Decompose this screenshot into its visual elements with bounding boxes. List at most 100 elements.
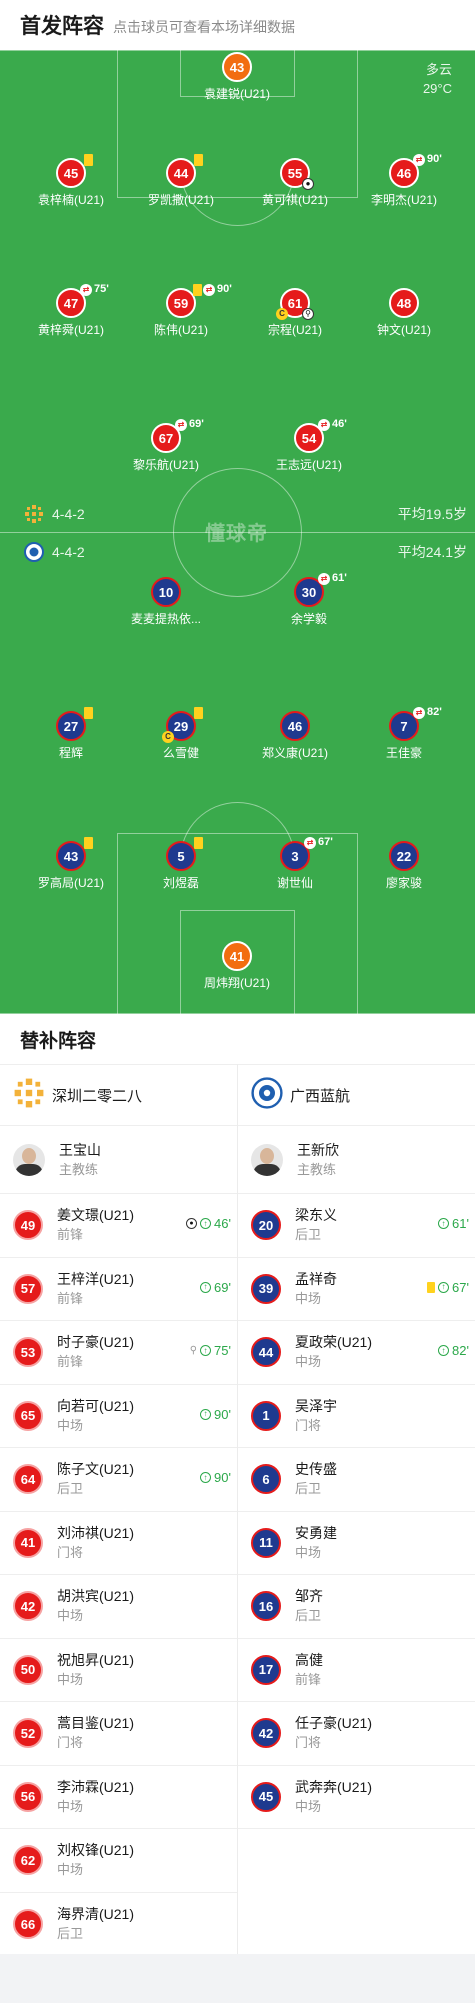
list-item[interactable]: 66 海界清(U21) 后卫: [0, 1893, 237, 1957]
football-icon: ●: [186, 1218, 198, 1229]
away-player-29[interactable]: 29 C 么雪健: [131, 707, 231, 761]
player-number: 46: [280, 711, 310, 741]
list-item[interactable]: 62 刘权锋(U21) 中场: [0, 1829, 237, 1893]
away-player-10[interactable]: 10 麦麦提热依...: [116, 577, 216, 627]
sub-position: 中场: [57, 1417, 84, 1433]
substitution-icon: ⇄: [175, 419, 187, 431]
sub-position: 前锋: [57, 1354, 84, 1370]
list-item[interactable]: 56 李沛霖(U21) 中场: [0, 1766, 237, 1829]
away-player-3[interactable]: 3 ⇄ 67' 谢世仙: [245, 836, 345, 891]
home-player-61[interactable]: 61 C ⚲ 宗程(U21): [245, 288, 345, 338]
away-player-7[interactable]: 7 ⇄ 82' 王佳豪: [354, 706, 454, 761]
list-item[interactable]: 52 蒿目鉴(U21) 门将: [0, 1702, 237, 1766]
list-item[interactable]: 44 夏政荣(U21) 中场 ↑ 82': [238, 1321, 475, 1385]
home-player-55[interactable]: 55 ● 黄可祺(U21): [245, 158, 345, 208]
list-item[interactable]: 42 任子豪(U21) 门将: [238, 1702, 475, 1766]
home-player-54[interactable]: 54 ⇄ 46' 王志远(U21): [259, 418, 359, 473]
player-number: 43: [222, 52, 252, 82]
arrow-up-icon: ↑: [200, 1408, 212, 1420]
arrow-up-icon: ↑: [438, 1345, 450, 1356]
sub-minute: 75': [94, 283, 109, 295]
home-player-46[interactable]: 46 ⇄ 90' 李明杰(U21): [354, 153, 454, 208]
home-player-47[interactable]: 47 ⇄ 75' 黄梓舜(U21): [21, 283, 121, 338]
list-item[interactable]: 39 孟祥奇 中场 ↑ 67': [238, 1258, 475, 1321]
list-item[interactable]: 41 刘沛祺(U21) 门将: [0, 1512, 237, 1575]
sub-position: 前锋: [295, 1671, 322, 1687]
away-player-5[interactable]: 5 刘煜磊: [131, 837, 231, 891]
sub-position: 门将: [57, 1544, 84, 1560]
yellow-card-icon: [84, 707, 93, 719]
player-number: 54: [301, 430, 317, 446]
sub-name: 夏政荣(U21): [295, 1334, 373, 1351]
sub-name: 梁东义: [295, 1207, 337, 1224]
watermark-logo: 懂球帝: [205, 523, 268, 545]
list-item[interactable]: 53 时子豪(U21) 前锋 ⚲ ↑ 75': [0, 1321, 237, 1385]
player-name: 么雪健: [162, 746, 199, 760]
sub-number: 62: [13, 1845, 43, 1876]
list-item[interactable]: 11 安勇建 中场: [238, 1512, 475, 1575]
substitutes-title: 替补阵容: [20, 1031, 97, 1052]
home-coach[interactable]: 王宝山 主教练: [0, 1126, 237, 1194]
away-player-27[interactable]: 27 程辉: [21, 707, 121, 761]
sub-minute: 82': [452, 1343, 469, 1358]
arrow-up-icon: ↑: [438, 1218, 450, 1229]
list-item[interactable]: 20 梁东义 后卫 ↑ 61': [238, 1194, 475, 1258]
player-number: 5: [177, 848, 185, 864]
away-player-22[interactable]: 22 廖家骏: [354, 841, 454, 891]
coach-role: 主教练: [59, 1161, 99, 1177]
home-team-row[interactable]: 深圳二零二八: [0, 1064, 237, 1126]
player-name: 黄梓舜(U21): [37, 323, 104, 337]
list-item[interactable]: 45 武奔奔(U21) 中场: [238, 1766, 475, 1829]
player-number: 61: [287, 295, 303, 311]
home-player-45[interactable]: 45 袁梓楠(U21): [21, 154, 121, 208]
home-player-43[interactable]: 43 袁建锐(U21): [187, 52, 287, 102]
yellow-card-icon: [193, 284, 202, 296]
sub-name: 安勇建: [295, 1524, 337, 1541]
sub-number: 42: [13, 1591, 43, 1622]
away-player-30[interactable]: 30 ⇄ 61' 余学毅: [259, 572, 359, 627]
coach-avatar: [251, 1143, 283, 1176]
player-name: 罗凯撒(U21): [147, 193, 214, 207]
home-player-67[interactable]: 67 ⇄ 69' 黎乐航(U21): [116, 418, 216, 473]
arrow-up-icon: ↑: [200, 1472, 212, 1483]
away-team-row[interactable]: 广西蓝航: [238, 1064, 475, 1126]
sub-name: 孟祥奇: [295, 1270, 337, 1287]
home-player-44[interactable]: 44 罗凯撒(U21): [131, 154, 231, 208]
player-number: 22: [389, 841, 419, 871]
sub-number: 49: [13, 1210, 43, 1241]
away-avg-age: 平均24.1岁: [397, 544, 467, 560]
home-player-48[interactable]: 48 钟文(U21): [354, 288, 454, 338]
list-item[interactable]: 57 王梓洋(U21) 前锋 ↑ 69': [0, 1258, 237, 1321]
list-item[interactable]: 17 高健 前锋: [238, 1639, 475, 1702]
list-item[interactable]: 50 祝旭昇(U21) 中场: [0, 1639, 237, 1702]
sub-name: 高健: [295, 1651, 323, 1668]
sub-minute: 90': [214, 1470, 231, 1485]
sub-minute: 46': [332, 418, 347, 430]
substitution-icon: ⇄: [80, 284, 92, 296]
player-number: 67: [158, 430, 174, 446]
list-item[interactable]: 1 吴泽宇 门将: [238, 1385, 475, 1448]
yellow-card-icon: [194, 707, 203, 719]
sub-minute: 69': [189, 418, 204, 430]
player-number: 29: [173, 718, 189, 734]
list-item[interactable]: 42 胡洪宾(U21) 中场: [0, 1575, 237, 1639]
pitch: 多云 29°C 懂球帝 4-4-2 平均19.5岁 4-4-2 平均24.1岁 …: [0, 50, 475, 1014]
player-number: 43: [63, 848, 79, 864]
home-player-59[interactable]: 59 ⇄ 90' 陈伟(U21): [131, 283, 232, 338]
away-coach[interactable]: 王新欣 主教练: [238, 1126, 475, 1194]
away-player-41[interactable]: 41 周炜翔(U21): [187, 941, 287, 991]
list-item[interactable]: 49 姜文璟(U21) 前锋 ● ↑ 46': [0, 1194, 237, 1258]
substitutes-section: 替补阵容 深圳二零二八 王宝山 主教练 49 姜文璟(U21) 前锋 ● ↑ 46' 57 王…: [0, 1014, 475, 1954]
away-player-46[interactable]: 46 郑义康(U21): [245, 711, 345, 761]
sub-name: 时子豪(U21): [57, 1334, 135, 1351]
sub-position: 前锋: [57, 1290, 84, 1306]
away-player-43[interactable]: 43 罗高局(U21): [21, 837, 121, 891]
away-team-name: 广西蓝航: [290, 1087, 351, 1105]
list-item[interactable]: 65 向若可(U21) 中场 ↑ 90': [0, 1385, 237, 1448]
sub-position: 后卫: [295, 1227, 322, 1243]
away-subs-column: 广西蓝航 王新欣 主教练 20 梁东义 后卫 ↑ 61' 39 孟祥奇 中场 ↑ 67' 44 夏政…: [238, 1064, 475, 1829]
list-item[interactable]: 6 史传盛 后卫: [238, 1448, 475, 1512]
list-item[interactable]: 16 邹齐 后卫: [238, 1575, 475, 1639]
list-item[interactable]: 64 陈子文(U21) 后卫 ↑ 90': [0, 1448, 237, 1512]
sub-number: 20: [251, 1210, 281, 1241]
